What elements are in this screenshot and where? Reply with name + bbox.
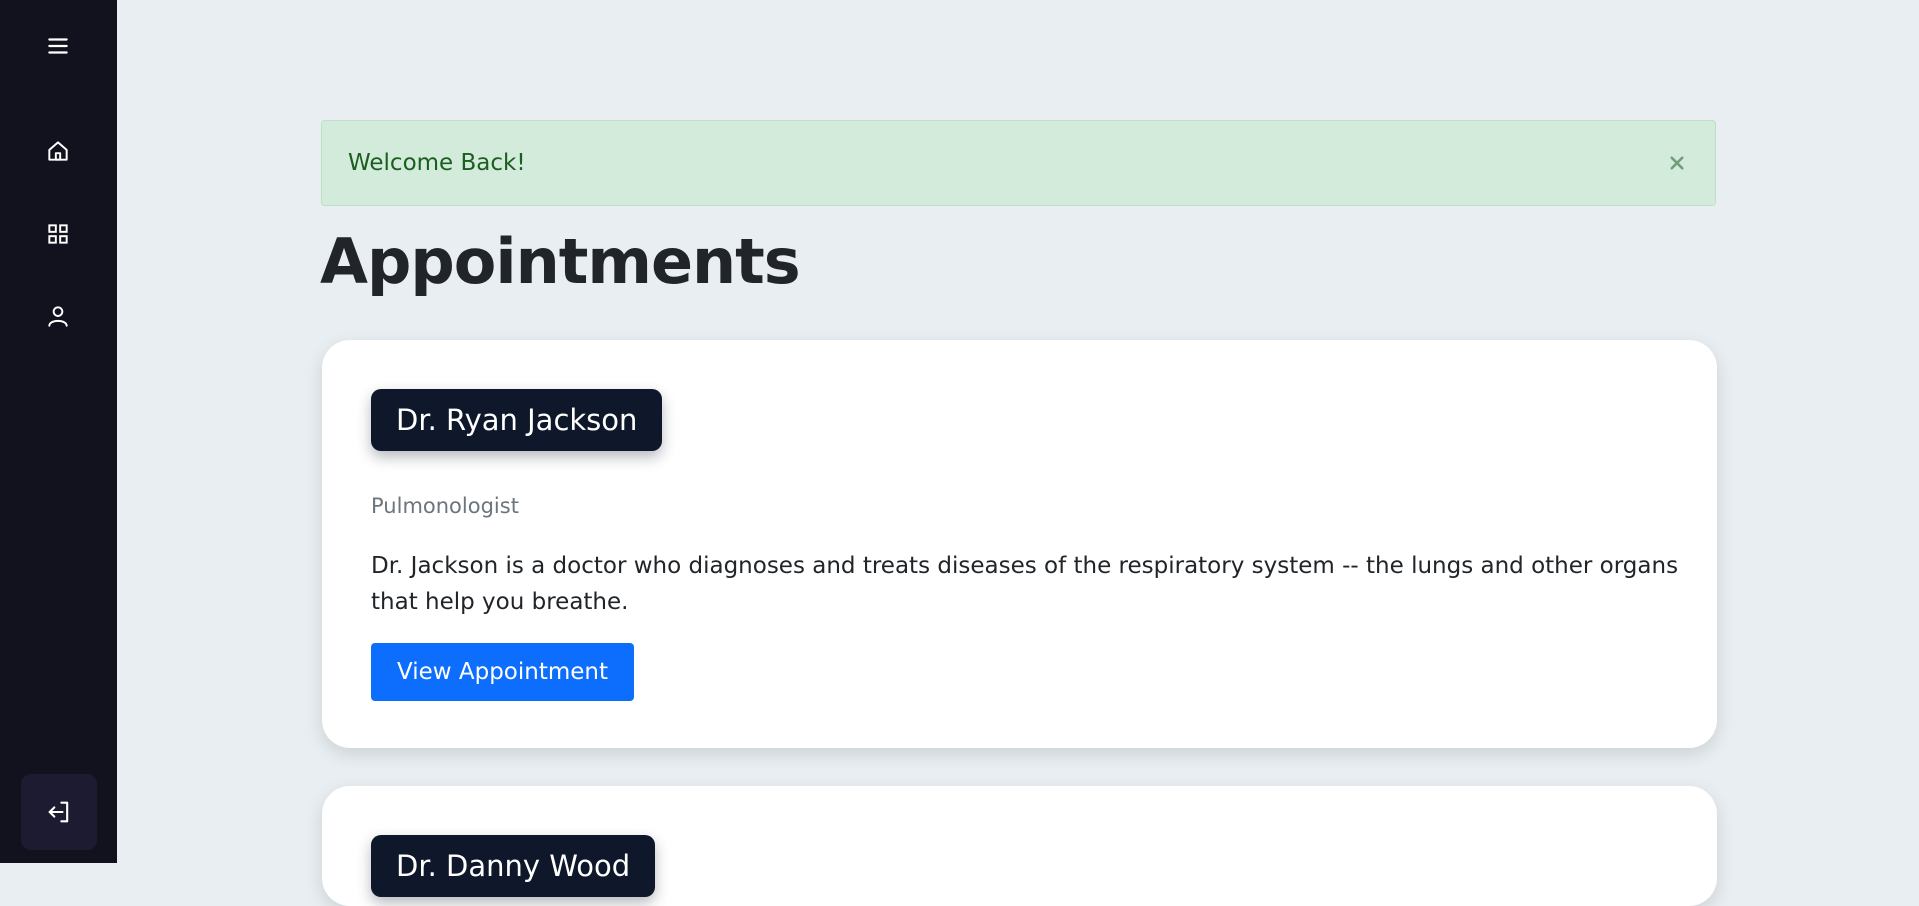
grid-icon[interactable] [39,215,77,253]
user-icon[interactable] [39,297,77,335]
close-icon [1668,154,1686,172]
logout-button[interactable] [21,774,97,850]
doctor-name: Dr. Danny Wood [371,835,655,897]
alert-message: Welcome Back! [348,150,526,176]
appointment-card: Dr. Ryan Jackson Pulmonologist Dr. Jacks… [322,340,1717,748]
view-appointment-button[interactable]: View Appointment [371,643,634,701]
doctor-specialty: Pulmonologist [371,494,519,518]
home-icon[interactable] [39,132,77,170]
welcome-alert: Welcome Back! [321,120,1716,206]
doctor-name: Dr. Ryan Jackson [371,389,662,451]
doctor-description: Dr. Jackson is a doctor who diagnoses an… [371,548,1681,620]
menu-icon[interactable] [39,27,77,65]
close-alert-button[interactable] [1665,151,1689,175]
main-content: Welcome Back! Appointments Dr. Ryan Jack… [117,0,1919,863]
logout-icon [45,798,73,826]
sidebar [0,0,117,863]
appointment-card: Dr. Danny Wood [322,786,1717,906]
page-title: Appointments [320,225,800,298]
